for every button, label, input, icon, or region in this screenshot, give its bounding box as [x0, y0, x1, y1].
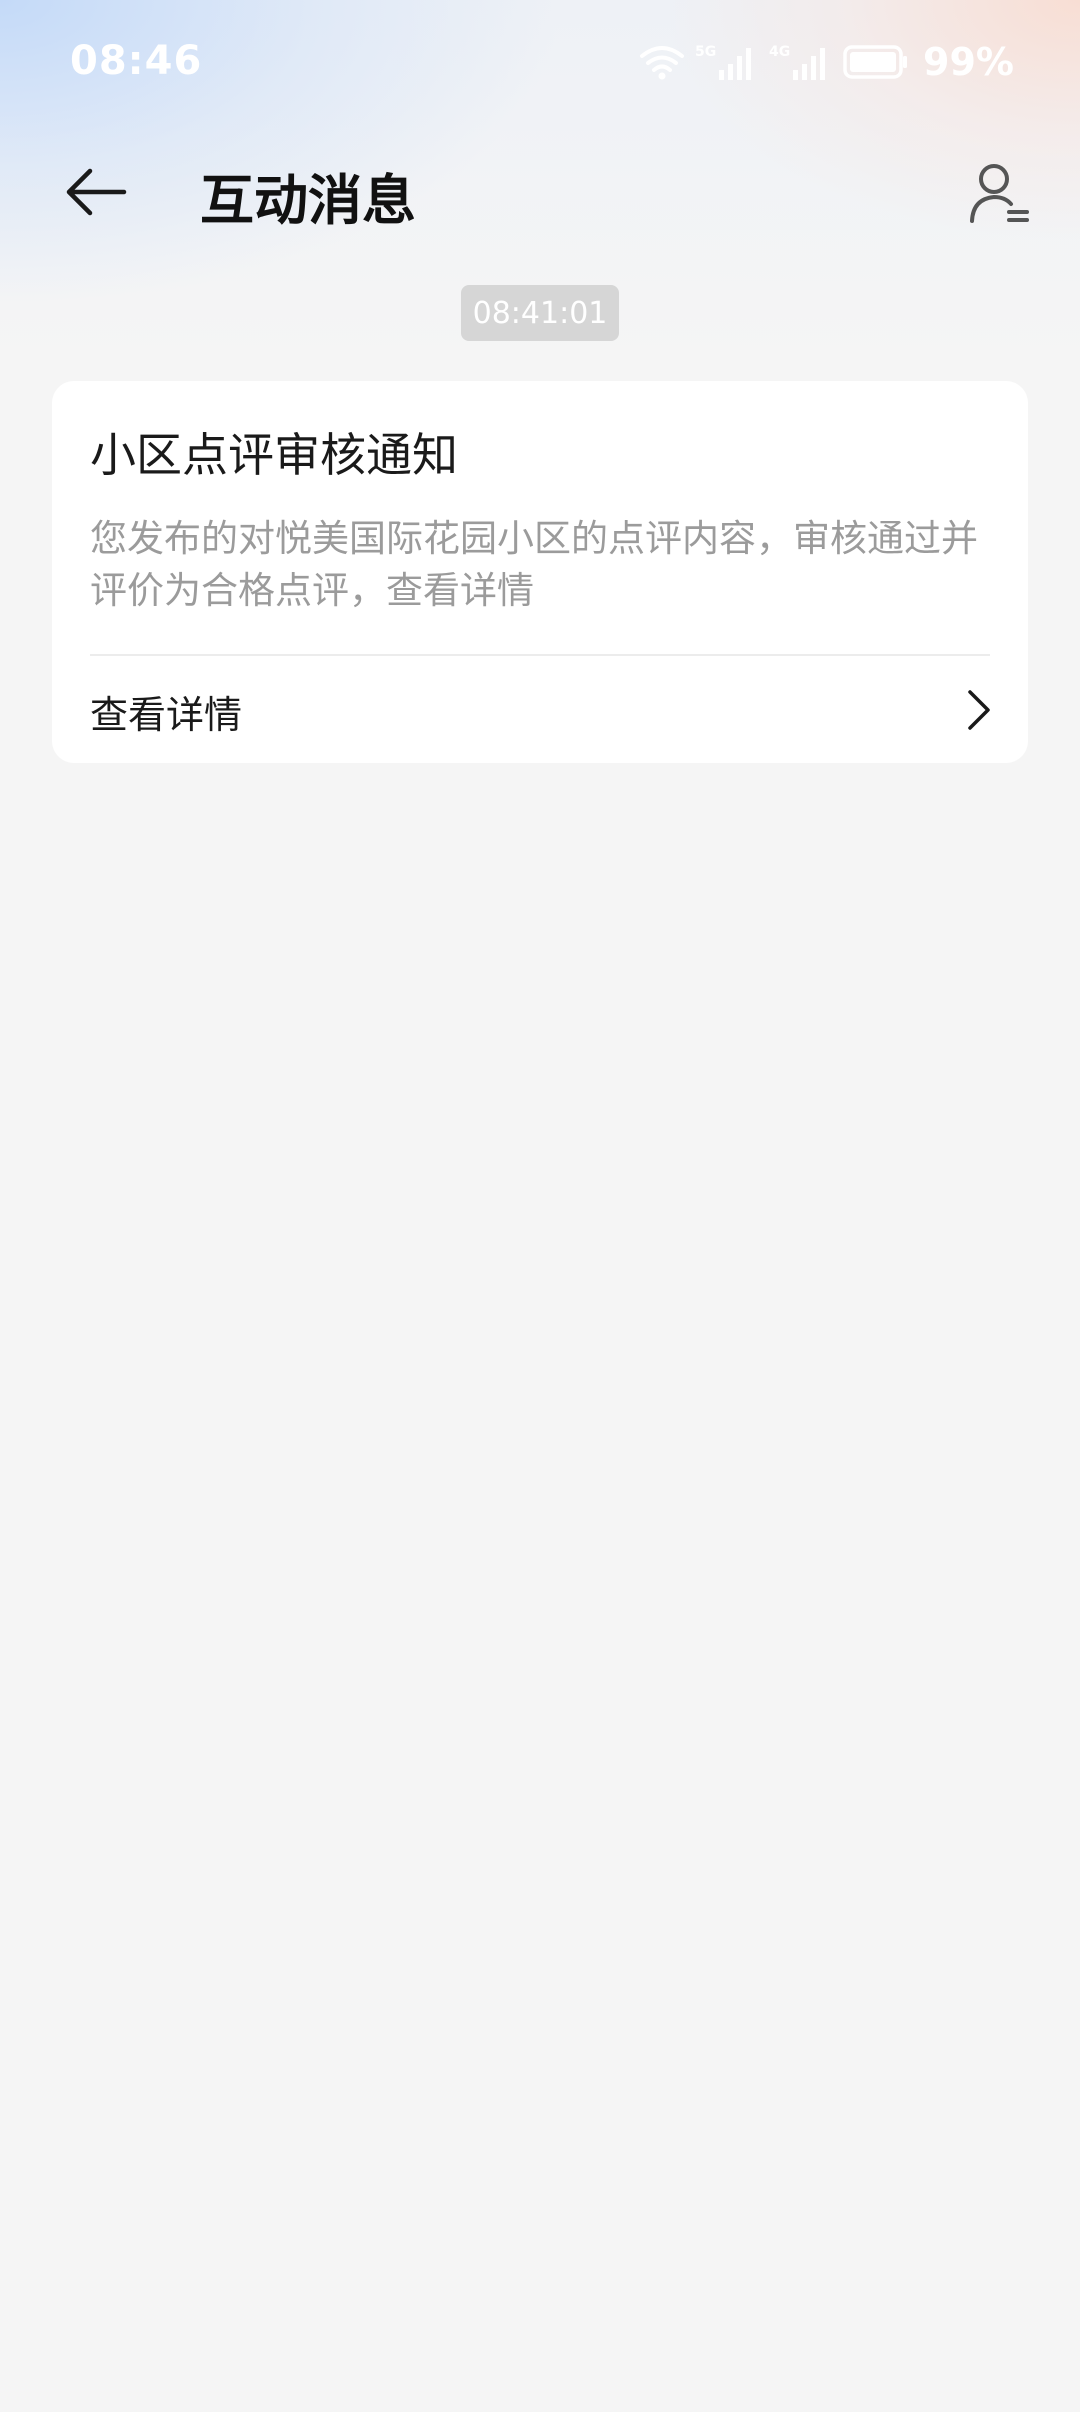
status-icons: 5G 4G 99%: [639, 40, 1014, 84]
app-bar: 互动消息: [0, 126, 1080, 258]
chevron-right-icon: [968, 690, 990, 730]
status-bar: 08:46 5G 4G 99%: [0, 0, 1080, 126]
battery-percent: 99%: [923, 40, 1014, 84]
user-list-icon: [970, 164, 1029, 223]
network-a-label: 5G: [695, 44, 716, 60]
battery-icon: [843, 45, 908, 79]
signal-4g-icon: 4G: [769, 44, 826, 80]
network-b-label: 4G: [769, 44, 790, 60]
page-title: 互动消息: [200, 169, 416, 232]
view-details-button[interactable]: 查看详情: [52, 656, 1028, 763]
message-timestamp: 08:41:01: [461, 285, 619, 341]
signal-5g-icon: 5G: [695, 44, 752, 80]
wifi-icon: [640, 46, 685, 80]
message-card[interactable]: 小区点评审核通知 您发布的对悦美国际花园小区的点评内容，审核通过并评价为合格点评…: [52, 381, 1028, 763]
message-body: 您发布的对悦美国际花园小区的点评内容，审核通过并评价为合格点评，查看详情: [90, 517, 978, 612]
message-title: 小区点评审核通知: [90, 428, 458, 482]
profile-button[interactable]: [956, 150, 1044, 238]
arrow-left-icon: [66, 168, 127, 216]
status-time: 08:46: [70, 38, 203, 84]
back-button[interactable]: [56, 152, 136, 232]
view-details-label: 查看详情: [90, 693, 243, 737]
